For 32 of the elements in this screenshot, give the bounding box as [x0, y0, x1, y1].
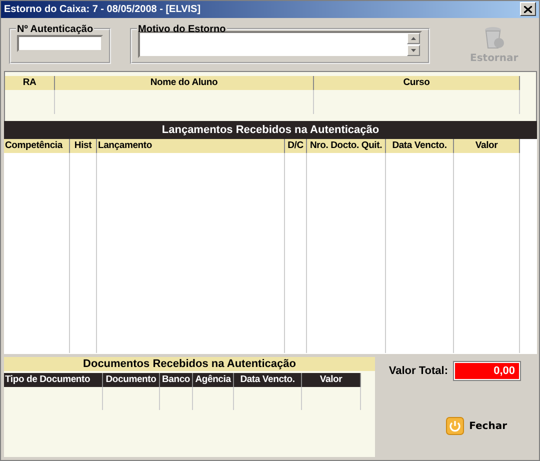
- down-arrow-icon[interactable]: [411, 48, 416, 52]
- close-button[interactable]: [520, 2, 536, 16]
- column-header[interactable]: Data Vencto.: [386, 139, 454, 153]
- column-header[interactable]: Competência: [4, 139, 70, 153]
- field-label: Motivo do Estorno: [137, 24, 227, 35]
- up-arrow-icon[interactable]: [411, 36, 416, 40]
- column-header[interactable]: Curso: [314, 76, 520, 90]
- input-field[interactable]: [17, 34, 103, 52]
- close-icon: [524, 6, 532, 13]
- total-label: Valor Total:: [388, 365, 448, 377]
- column-header[interactable]: Agência: [193, 373, 234, 387]
- section-title: Lançamentos Recebidos na Autenticação: [4, 121, 537, 139]
- column-header[interactable]: Tipo de Documento: [4, 373, 103, 387]
- column-header[interactable]: Documento: [103, 373, 160, 387]
- column-header[interactable]: Banco: [160, 373, 193, 387]
- power-icon: [446, 417, 464, 435]
- column-header[interactable]: Data Vencto.: [234, 373, 302, 387]
- column-header[interactable]: RA: [5, 76, 55, 90]
- field-label: Nº Autenticação: [16, 24, 94, 35]
- total-value: 0,00: [454, 362, 520, 380]
- column-header[interactable]: Hist: [70, 139, 97, 153]
- window-title: Estorno do Caixa: 7 - 08/05/2008 - [ELVIS]: [4, 4, 201, 15]
- column-header[interactable]: Lançamento: [97, 139, 285, 153]
- column-header[interactable]: D/C: [285, 139, 307, 153]
- close-button[interactable]: Fechar: [446, 417, 507, 435]
- trash-icon: [483, 26, 506, 50]
- text-area[interactable]: [138, 30, 422, 58]
- column-header[interactable]: Valor: [302, 373, 361, 387]
- section-title: Documentos Recebidos na Autenticação: [4, 357, 375, 371]
- column-header[interactable]: Nro. Docto. Quit.: [307, 139, 386, 153]
- column-header[interactable]: Valor: [454, 139, 520, 153]
- column-header[interactable]: Nome do Aluno: [55, 76, 314, 90]
